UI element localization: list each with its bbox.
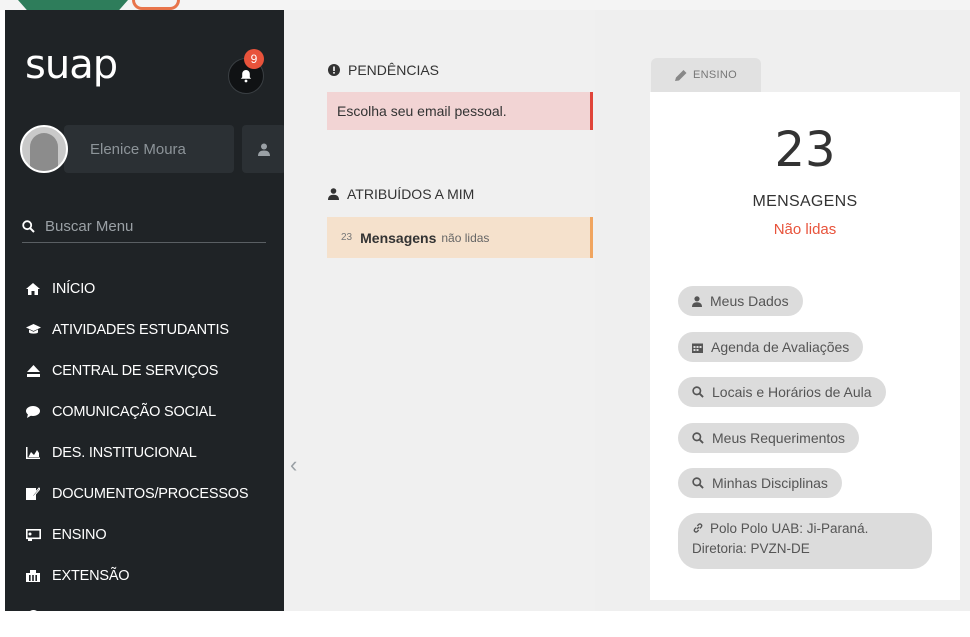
sidebar-item-label: DES. INSTITUCIONAL (52, 444, 197, 461)
sidebar-item-pesquisa[interactable]: PESQUISA (22, 596, 272, 637)
building-icon (22, 569, 44, 582)
sidebar-item-comunicacao-social[interactable]: COMUNICAÇÃO SOCIAL (22, 391, 272, 432)
atribuidos-heading: ATRIBUÍDOS A MIM (328, 186, 474, 202)
sidebar-item-extensao[interactable]: EXTENSÃO (22, 555, 272, 596)
pendencia-item[interactable]: Escolha seu email pessoal. (327, 92, 593, 130)
locais-horarios-button[interactable]: Locais e Horários de Aula (678, 377, 886, 407)
polo-line-1: Polo Polo UAB: Ji-Paraná. (710, 521, 869, 536)
unread-suffix: não lidas (441, 230, 490, 245)
pendencia-text: Escolha seu email pessoal. (337, 103, 507, 119)
tab-label: ENSINO (693, 69, 737, 81)
user-icon (328, 188, 339, 200)
polo-info-button[interactable]: Polo Polo UAB: Ji-Paraná. Diretoria: PVZ… (678, 513, 932, 569)
sidebar-item-inicio[interactable]: INÍCIO (22, 268, 272, 309)
sidebar-item-label: ENSINO (52, 526, 107, 543)
institution-logo (18, 0, 128, 10)
minhas-disciplinas-button[interactable]: Minhas Disciplinas (678, 468, 842, 498)
user-panel: Elenice Moura (20, 125, 286, 173)
sidebar-item-label: CENTRAL DE SERVIÇOS (52, 362, 219, 379)
eject-icon (22, 364, 44, 377)
agenda-avaliacoes-button[interactable]: Agenda de Avaliações (678, 332, 864, 362)
sidebar-item-central-de-servicos[interactable]: CENTRAL DE SERVIÇOS (22, 350, 272, 391)
unread-messages-item[interactable]: 23 Mensagens não lidas (327, 217, 593, 258)
messages-unread-link[interactable]: Não lidas (650, 221, 960, 238)
meus-dados-button[interactable]: Meus Dados (678, 286, 803, 316)
sidebar-item-label: INÍCIO (52, 280, 96, 297)
pill-label: Locais e Horários de Aula (712, 384, 872, 400)
notification-badge[interactable]: 9 (244, 49, 264, 69)
pill-label: Agenda de Avaliações (711, 339, 850, 355)
sidebar-item-label: ATIVIDADES ESTUDANTIS (52, 321, 229, 338)
sidebar-item-atividades-estudantis[interactable]: ATIVIDADES ESTUDANTIS (22, 309, 272, 350)
collapse-sidebar-icon[interactable]: ‹ (290, 452, 297, 478)
polo-line-2: Diretoria: PVZN-DE (692, 541, 810, 556)
chalkboard-icon (22, 528, 44, 541)
sidebar-item-label: DOCUMENTOS/PROCESSOS (52, 485, 249, 502)
pendencias-title: PENDÊNCIAS (348, 62, 440, 78)
sidebar-item-label: EXTENSÃO (52, 567, 130, 584)
pill-label: Meus Dados (710, 293, 789, 309)
globe-icon (22, 610, 44, 623)
sidebar-item-documentos-processos[interactable]: DOCUMENTOS/PROCESSOS (22, 473, 272, 514)
user-icon (258, 143, 270, 156)
tab-ensino[interactable]: ENSINO (651, 58, 761, 92)
search-icon (692, 477, 704, 489)
exclamation-circle-icon (328, 64, 340, 76)
sidebar-item-label: COMUNICAÇÃO SOCIAL (52, 403, 216, 420)
search-icon (692, 386, 704, 398)
pill-label: Meus Requerimentos (712, 430, 846, 446)
comment-icon (22, 405, 44, 418)
home-icon (22, 282, 44, 295)
sidebar-menu: INÍCIO ATIVIDADES ESTUDANTIS CENTRAL DE … (22, 268, 272, 637)
search-input[interactable]: Buscar Menu (45, 218, 133, 235)
messages-count: 23 (774, 122, 836, 178)
sidebar-item-des-institucional[interactable]: DES. INSTITUCIONAL (22, 432, 272, 473)
calendar-icon (692, 342, 703, 353)
user-profile-button[interactable] (242, 125, 286, 173)
area-chart-icon (22, 446, 44, 459)
edit-document-icon (22, 487, 44, 500)
bell-icon (240, 70, 252, 83)
search-icon (22, 219, 35, 233)
menu-search[interactable]: Buscar Menu (22, 210, 266, 243)
unread-count: 23 (341, 232, 353, 243)
user-icon (692, 295, 702, 307)
unread-label: Mensagens (360, 229, 437, 246)
avatar[interactable] (20, 125, 68, 173)
pill-label: Minhas Disciplinas (712, 475, 828, 491)
search-icon (692, 432, 704, 444)
link-icon (692, 522, 704, 534)
brand-logo[interactable]: suap (25, 42, 118, 88)
graduation-cap-icon (22, 324, 44, 335)
sidebar-item-ensino[interactable]: ENSINO (22, 514, 272, 555)
institution-logo-mark (132, 0, 180, 10)
pencil-icon (675, 69, 687, 81)
atribuidos-title: ATRIBUÍDOS A MIM (347, 186, 475, 202)
meus-requerimentos-button[interactable]: Meus Requerimentos (678, 423, 860, 453)
messages-label: MENSAGENS (752, 193, 858, 210)
user-name[interactable]: Elenice Moura (64, 125, 234, 173)
pendencias-heading: PENDÊNCIAS (328, 62, 439, 78)
